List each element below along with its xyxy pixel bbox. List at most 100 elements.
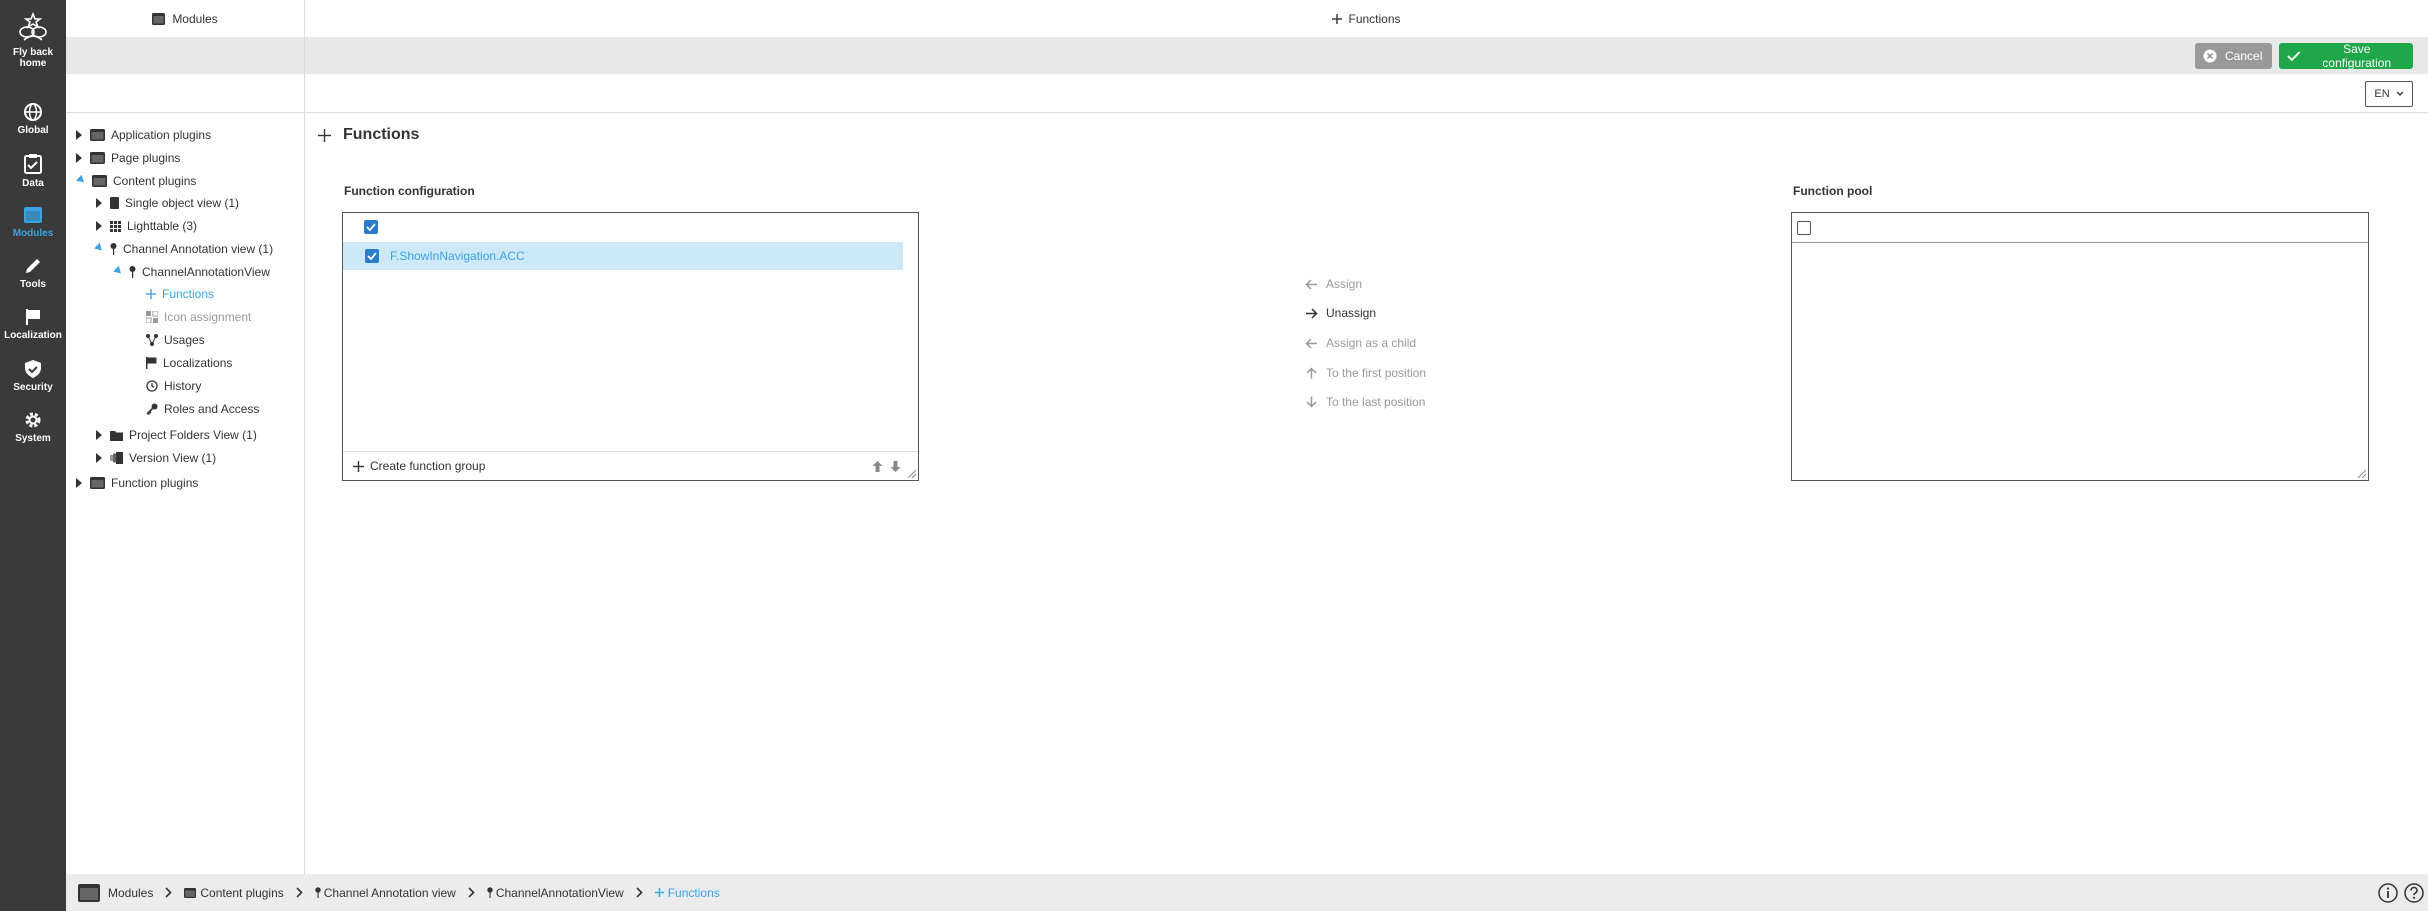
breadcrumb-item-content-plugins[interactable]: Content plugins [184, 885, 284, 900]
tree-item-application-plugins[interactable]: Application plugins [76, 125, 211, 145]
expand-icon[interactable] [96, 198, 102, 208]
tree-panel-title: Modules [172, 11, 218, 26]
nav-modules[interactable]: Modules [0, 205, 66, 239]
tree-item-label: Version View (1) [129, 451, 217, 465]
language-select[interactable]: EN [2365, 81, 2413, 107]
gear-icon [25, 412, 41, 428]
nav-system[interactable]: System [0, 410, 66, 444]
breadcrumb-label: Channel Annotation view [323, 885, 456, 900]
tree-item-label: Usages [164, 333, 205, 347]
plus-icon [318, 128, 331, 142]
pin-icon [110, 243, 117, 255]
language-toolbar [305, 74, 2428, 113]
tree-item-version-view[interactable]: Version View (1) [96, 448, 216, 468]
tree-item-label: Roles and Access [164, 402, 260, 416]
tree-item-page-plugins[interactable]: Page plugins [76, 148, 180, 168]
tree-item-label: Application plugins [111, 128, 212, 142]
select-all-checkbox[interactable] [1797, 221, 1811, 235]
nav-localization[interactable]: Localization [0, 307, 66, 341]
tree-item-localizations[interactable]: Localizations [146, 353, 232, 373]
checkbox[interactable] [365, 249, 379, 263]
select-all-checkbox[interactable] [364, 220, 378, 234]
move-up-icon[interactable] [872, 460, 883, 473]
collapse-icon[interactable] [94, 242, 105, 253]
expand-icon[interactable] [76, 478, 82, 488]
expand-icon[interactable] [96, 430, 102, 440]
key-icon [146, 403, 158, 415]
expand-icon[interactable] [76, 153, 82, 163]
nav-label: Security [13, 382, 53, 393]
breadcrumb-label: Content plugins [200, 885, 284, 900]
tree-item-project-folders-view[interactable]: Project Folders View (1) [96, 425, 257, 445]
breadcrumb-item-modules[interactable]: Modules [78, 883, 153, 902]
tree-item-roles-and-access[interactable]: Roles and Access [146, 399, 259, 419]
window-icon [92, 175, 107, 187]
tree-item-usages[interactable]: Usages [146, 330, 205, 350]
cancel-button[interactable]: Cancel [2195, 43, 2272, 69]
nav-home[interactable]: Fly back home [0, 10, 66, 69]
plus-icon [654, 888, 664, 897]
section-title-text: Functions [343, 126, 420, 143]
tree-item-content-plugins[interactable]: Content plugins [76, 171, 196, 191]
create-function-group-button[interactable]: Create function group [353, 459, 485, 473]
save-configuration-button[interactable]: Save configuration [2279, 42, 2413, 70]
tree-item-label: Function plugins [111, 476, 199, 490]
tree-panel-header: Modules [66, 0, 304, 37]
to-first-position-action[interactable]: To the first position [1305, 366, 1426, 380]
tree-item-channelannotationview[interactable]: ChannelAnnotationView [113, 262, 270, 282]
main-content: Functions Cancel Save configuration EN F… [305, 0, 2428, 874]
assign-as-child-action[interactable]: Assign as a child [1305, 336, 1416, 350]
expand-icon[interactable] [96, 453, 102, 463]
resize-handle-icon[interactable] [908, 470, 916, 478]
tree-item-history[interactable]: History [146, 376, 201, 396]
expand-icon[interactable] [76, 130, 82, 140]
breadcrumb-item-channelannotationview[interactable]: ChannelAnnotationView [487, 886, 624, 900]
grid-icon [110, 220, 121, 232]
arrow-up-icon [1306, 367, 1317, 379]
nav-label: Tools [20, 279, 46, 290]
chevron-right-icon [636, 887, 643, 898]
assign-label: Assign [1326, 277, 1363, 291]
info-icon[interactable] [2378, 883, 2398, 903]
tree-item-label: Content plugins [113, 174, 197, 188]
unassign-label: Unassign [1326, 306, 1377, 320]
close-circle-icon [2203, 49, 2217, 63]
move-down-icon[interactable] [890, 460, 901, 473]
tree-item-channel-annotation-view[interactable]: Channel Annotation view (1) [94, 239, 273, 259]
function-pool-list[interactable] [1791, 212, 2369, 481]
breadcrumb-item-channel-annotation-view[interactable]: Channel Annotation view [315, 886, 456, 900]
to-last-position-action[interactable]: To the last position [1305, 395, 1425, 409]
toolbar-band [66, 37, 304, 74]
function-configuration-label: Function configuration [344, 184, 475, 198]
flag-icon [26, 309, 40, 325]
tree-item-lighttable[interactable]: Lighttable (3) [96, 216, 197, 236]
nav-security[interactable]: Security [0, 359, 66, 393]
arrow-down-icon [1306, 396, 1317, 408]
function-configuration-list[interactable]: F.ShowInNavigation.ACC Create function g… [342, 212, 919, 481]
tree-item-label: History [164, 379, 202, 393]
nav-label: Localization [4, 330, 62, 341]
expand-icon[interactable] [96, 221, 102, 231]
nav-tools[interactable]: Tools [0, 256, 66, 290]
globe-icon [24, 103, 42, 121]
nav-global[interactable]: Global [0, 102, 66, 136]
pin-icon [487, 887, 493, 898]
assign-action[interactable]: Assign [1305, 277, 1362, 291]
checkmark-icon [367, 252, 377, 260]
unassign-action[interactable]: Unassign [1305, 306, 1376, 320]
help-icon[interactable] [2404, 883, 2424, 903]
tree-item-label: Channel Annotation view (1) [123, 242, 274, 256]
arrow-left-icon [1305, 278, 1317, 290]
tree-item-functions[interactable]: Functions [146, 284, 214, 304]
to-first-position-label: To the first position [1326, 366, 1427, 380]
tree-item-single-object-view[interactable]: Single object view (1) [96, 193, 239, 213]
list-item[interactable]: F.ShowInNavigation.ACC [343, 242, 903, 270]
check-icon [2287, 51, 2301, 62]
nav-data[interactable]: Data [0, 153, 66, 189]
collapse-icon[interactable] [76, 174, 87, 185]
resize-handle-icon[interactable] [2358, 470, 2366, 478]
tree-item-function-plugins[interactable]: Function plugins [76, 473, 198, 493]
tree-item-label: Localizations [163, 356, 233, 370]
collapse-icon[interactable] [113, 265, 124, 276]
checkbox[interactable] [364, 220, 378, 234]
